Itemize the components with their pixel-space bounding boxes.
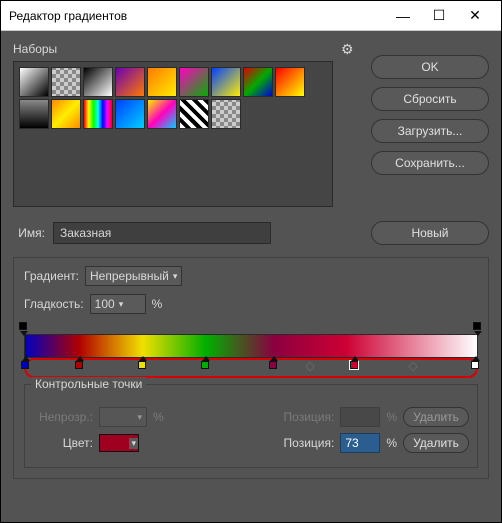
preset-swatch[interactable] — [83, 67, 113, 97]
preset-swatch[interactable] — [147, 99, 177, 129]
presets-label: Наборы — [13, 42, 341, 56]
opacity-stop[interactable] — [473, 322, 483, 332]
preset-swatch[interactable] — [243, 67, 273, 97]
gradient-bar[interactable] — [24, 334, 478, 358]
stops-section: Контрольные точки Непрозр.: ▾ % Позиция:… — [24, 384, 478, 468]
load-button[interactable]: Загрузить... — [371, 119, 489, 143]
name-input[interactable] — [53, 222, 271, 244]
position2-label: Позиция: — [284, 436, 335, 450]
close-button[interactable]: ✕ — [457, 3, 493, 29]
ok-button[interactable]: OK — [371, 55, 489, 79]
preset-swatch[interactable] — [179, 99, 209, 129]
color-stops-highlight — [24, 358, 478, 378]
preset-swatch[interactable] — [211, 99, 241, 129]
gradient-type-select[interactable]: Непрерывный ▾ — [85, 266, 182, 286]
opacity-stops-track[interactable] — [24, 322, 478, 334]
window-title: Редактор градиентов — [9, 9, 385, 23]
delete-color-button[interactable]: Удалить — [403, 433, 469, 453]
color-stop[interactable] — [21, 360, 31, 372]
midpoint[interactable] — [408, 362, 418, 372]
midpoint[interactable] — [305, 362, 315, 372]
preset-swatch[interactable] — [115, 67, 145, 97]
opacity-label: Непрозр.: — [33, 410, 93, 424]
preset-swatch[interactable] — [83, 99, 113, 129]
chevron-down-icon: ▾ — [173, 271, 178, 282]
color-swatch[interactable]: ▾ — [99, 434, 139, 452]
color-stop[interactable] — [269, 360, 279, 372]
preset-swatch[interactable] — [19, 99, 49, 129]
position1-label: Позиция: — [284, 410, 335, 424]
preset-swatch[interactable] — [51, 67, 81, 97]
smoothness-input[interactable]: 100 ▾ — [90, 294, 146, 314]
gradient-editor-window: Редактор градиентов — ☐ ✕ Наборы ⚙ OK Сб… — [0, 0, 502, 523]
color-stop[interactable] — [471, 360, 481, 372]
color-label: Цвет: — [33, 436, 93, 450]
color-stop[interactable] — [201, 360, 211, 372]
save-button[interactable]: Сохранить... — [371, 151, 489, 175]
maximize-button[interactable]: ☐ — [421, 3, 457, 29]
gradient-type-label: Градиент: — [24, 269, 79, 283]
minimize-button[interactable]: — — [385, 3, 421, 29]
color-stop[interactable] — [350, 360, 360, 372]
smoothness-label: Гладкость: — [24, 297, 84, 311]
preset-swatch[interactable] — [179, 67, 209, 97]
reset-button[interactable]: Сбросить — [371, 87, 489, 111]
color-stops-track[interactable] — [26, 360, 476, 376]
preset-swatch[interactable] — [115, 99, 145, 129]
position2-input[interactable] — [340, 433, 380, 453]
color-stop[interactable] — [75, 360, 85, 372]
opacity-stop[interactable] — [19, 322, 29, 332]
opacity-input: ▾ — [99, 407, 147, 427]
titlebar: Редактор градиентов — ☐ ✕ — [1, 1, 501, 31]
stops-title: Контрольные точки — [31, 377, 146, 391]
chevron-down-icon: ▾ — [119, 299, 124, 310]
preset-swatch[interactable] — [147, 67, 177, 97]
editor-panel: Градиент: Непрерывный ▾ Гладкость: 100 ▾… — [13, 257, 489, 479]
smoothness-unit: % — [152, 297, 163, 311]
preset-swatch[interactable] — [211, 67, 241, 97]
gradient-type-value: Непрерывный — [90, 269, 169, 283]
preset-swatch[interactable] — [51, 99, 81, 129]
position1-input — [340, 407, 380, 427]
preset-swatch[interactable] — [19, 67, 49, 97]
position2-unit: % — [386, 436, 397, 450]
new-button[interactable]: Новый — [371, 221, 489, 245]
presets-box — [13, 61, 333, 207]
position1-unit: % — [386, 410, 397, 424]
preset-swatch[interactable] — [275, 67, 305, 97]
delete-opacity-button: Удалить — [403, 407, 469, 427]
opacity-unit: % — [153, 410, 164, 424]
name-label: Имя: — [13, 226, 45, 240]
color-stop[interactable] — [138, 360, 148, 372]
gear-icon[interactable]: ⚙ — [341, 41, 357, 57]
